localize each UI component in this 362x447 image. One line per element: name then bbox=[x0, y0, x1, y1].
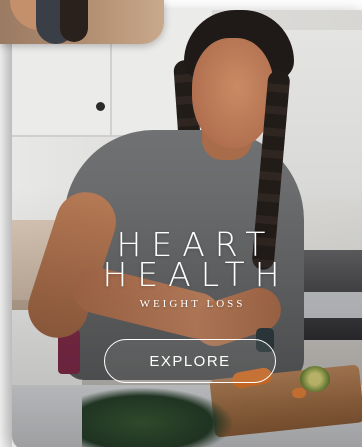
left-edge-shadow bbox=[0, 44, 12, 447]
prev-card-photo-hair bbox=[60, 0, 88, 42]
explore-button[interactable]: EXPLORE bbox=[104, 339, 276, 383]
card-title-block: HEART HEALTH WEIGHT LOSS bbox=[80, 228, 302, 310]
card-title-line-2: HEALTH bbox=[102, 255, 290, 294]
previous-card-thumbnail[interactable] bbox=[0, 0, 164, 44]
carousel: HEART HEALTH WEIGHT LOSS EXPLORE bbox=[0, 0, 362, 447]
card-subtitle: WEIGHT LOSS bbox=[139, 298, 246, 310]
